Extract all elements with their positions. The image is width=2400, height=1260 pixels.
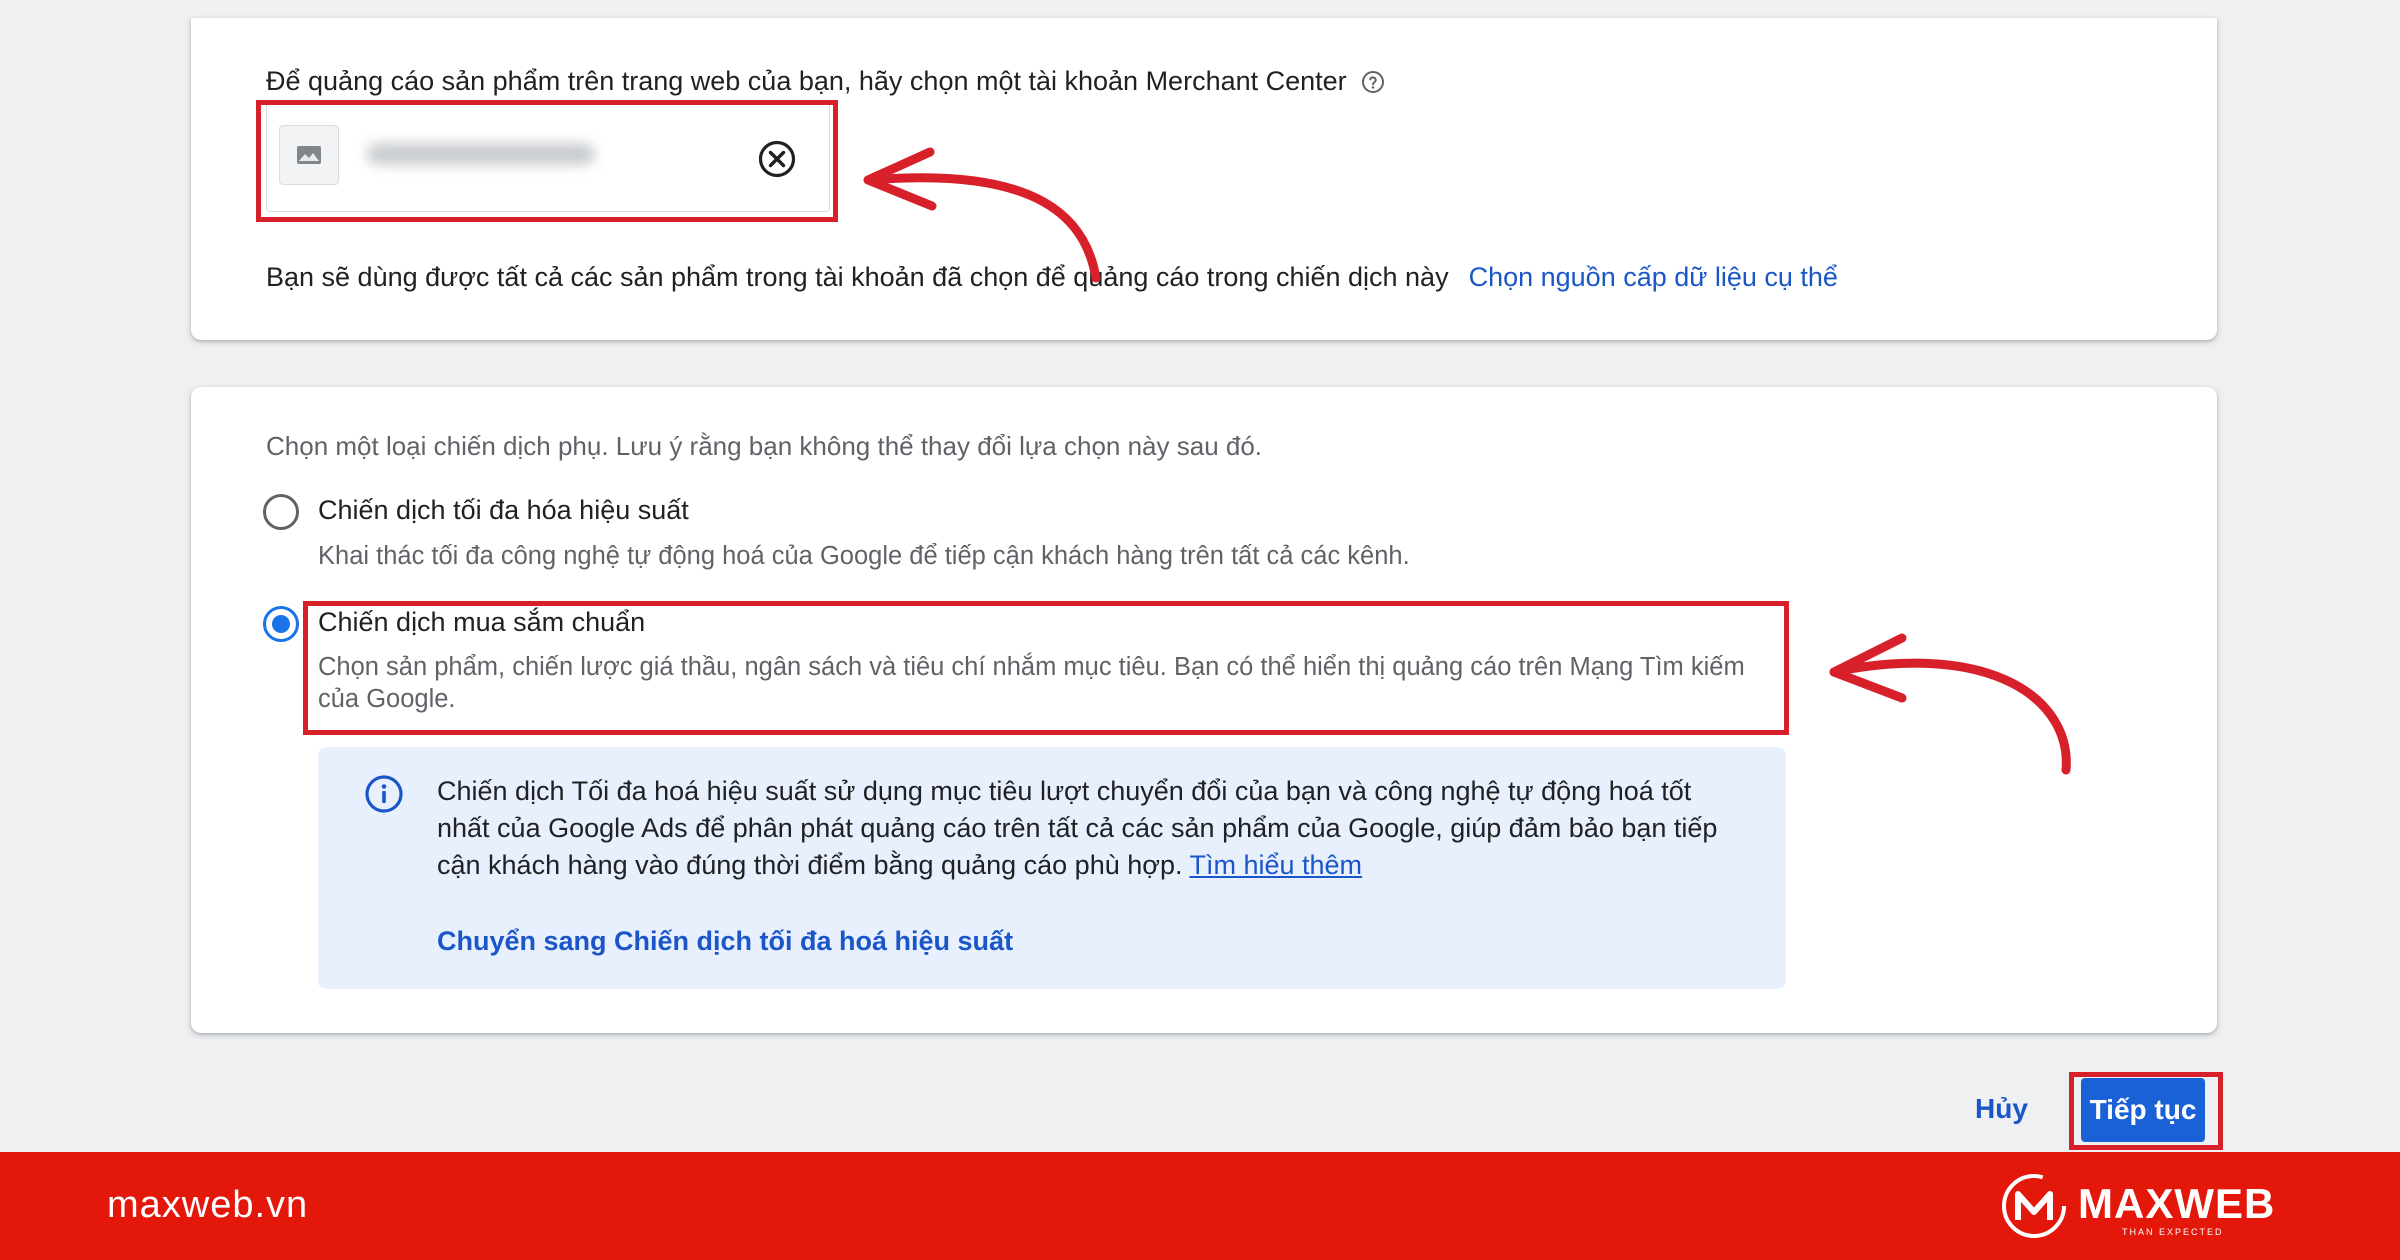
merchant-prompt-text: Để quảng cáo sản phẩm trên trang web của…: [266, 66, 1347, 96]
products-note: Bạn sẽ dùng được tất cả các sản phẩm tro…: [266, 262, 1838, 293]
option-desc-performance-max: Khai thác tối đa công nghệ tự động hoá c…: [318, 542, 1410, 570]
annotation-highlight-standard-shopping: [303, 601, 1789, 735]
brand-tagline: THAN EXPECTED: [2122, 1227, 2224, 1237]
help-icon[interactable]: [1361, 70, 1385, 94]
annotation-highlight-account: [256, 100, 838, 222]
brand-name: MAXWEB: [2078, 1180, 2276, 1227]
footer-bar: maxweb.vn MAXWEB THAN EXPECTED: [0, 1152, 2400, 1260]
radio-standard-shopping[interactable]: [263, 606, 299, 642]
learn-more-link[interactable]: Tìm hiểu thêm: [1189, 850, 1362, 880]
products-note-text: Bạn sẽ dùng được tất cả các sản phẩm tro…: [266, 262, 1449, 292]
radio-performance-max[interactable]: [263, 494, 299, 530]
info-banner: Chiến dịch Tối đa hoá hiệu suất sử dụng …: [318, 747, 1786, 989]
campaign-subtype-card: Chọn một loại chiến dịch phụ. Lưu ý rằng…: [191, 387, 2217, 1033]
annotation-highlight-continue: [2069, 1072, 2223, 1150]
merchant-center-card: Để quảng cáo sản phẩm trên trang web của…: [191, 18, 2217, 340]
switch-to-pmax-link[interactable]: Chuyển sang Chiến dịch tối đa hoá hiệu s…: [437, 926, 1013, 957]
info-body: Chiến dịch Tối đa hoá hiệu suất sử dụng …: [437, 776, 1718, 880]
cancel-button[interactable]: Hủy: [1975, 1093, 2028, 1125]
select-feed-link[interactable]: Chọn nguồn cấp dữ liệu cụ thể: [1469, 262, 1838, 292]
subtype-prompt: Chọn một loại chiến dịch phụ. Lưu ý rằng…: [266, 431, 1263, 461]
maxweb-logo-icon: [2002, 1174, 2066, 1238]
option-title-performance-max[interactable]: Chiến dịch tối đa hóa hiệu suất: [318, 495, 689, 526]
info-text: Chiến dịch Tối đa hoá hiệu suất sử dụng …: [437, 773, 1737, 884]
footer-site-text: maxweb.vn: [107, 1184, 309, 1226]
info-icon: [365, 775, 403, 813]
merchant-prompt: Để quảng cáo sản phẩm trên trang web của…: [266, 66, 1385, 97]
brand-logo: MAXWEB THAN EXPECTED: [1998, 1170, 2298, 1246]
